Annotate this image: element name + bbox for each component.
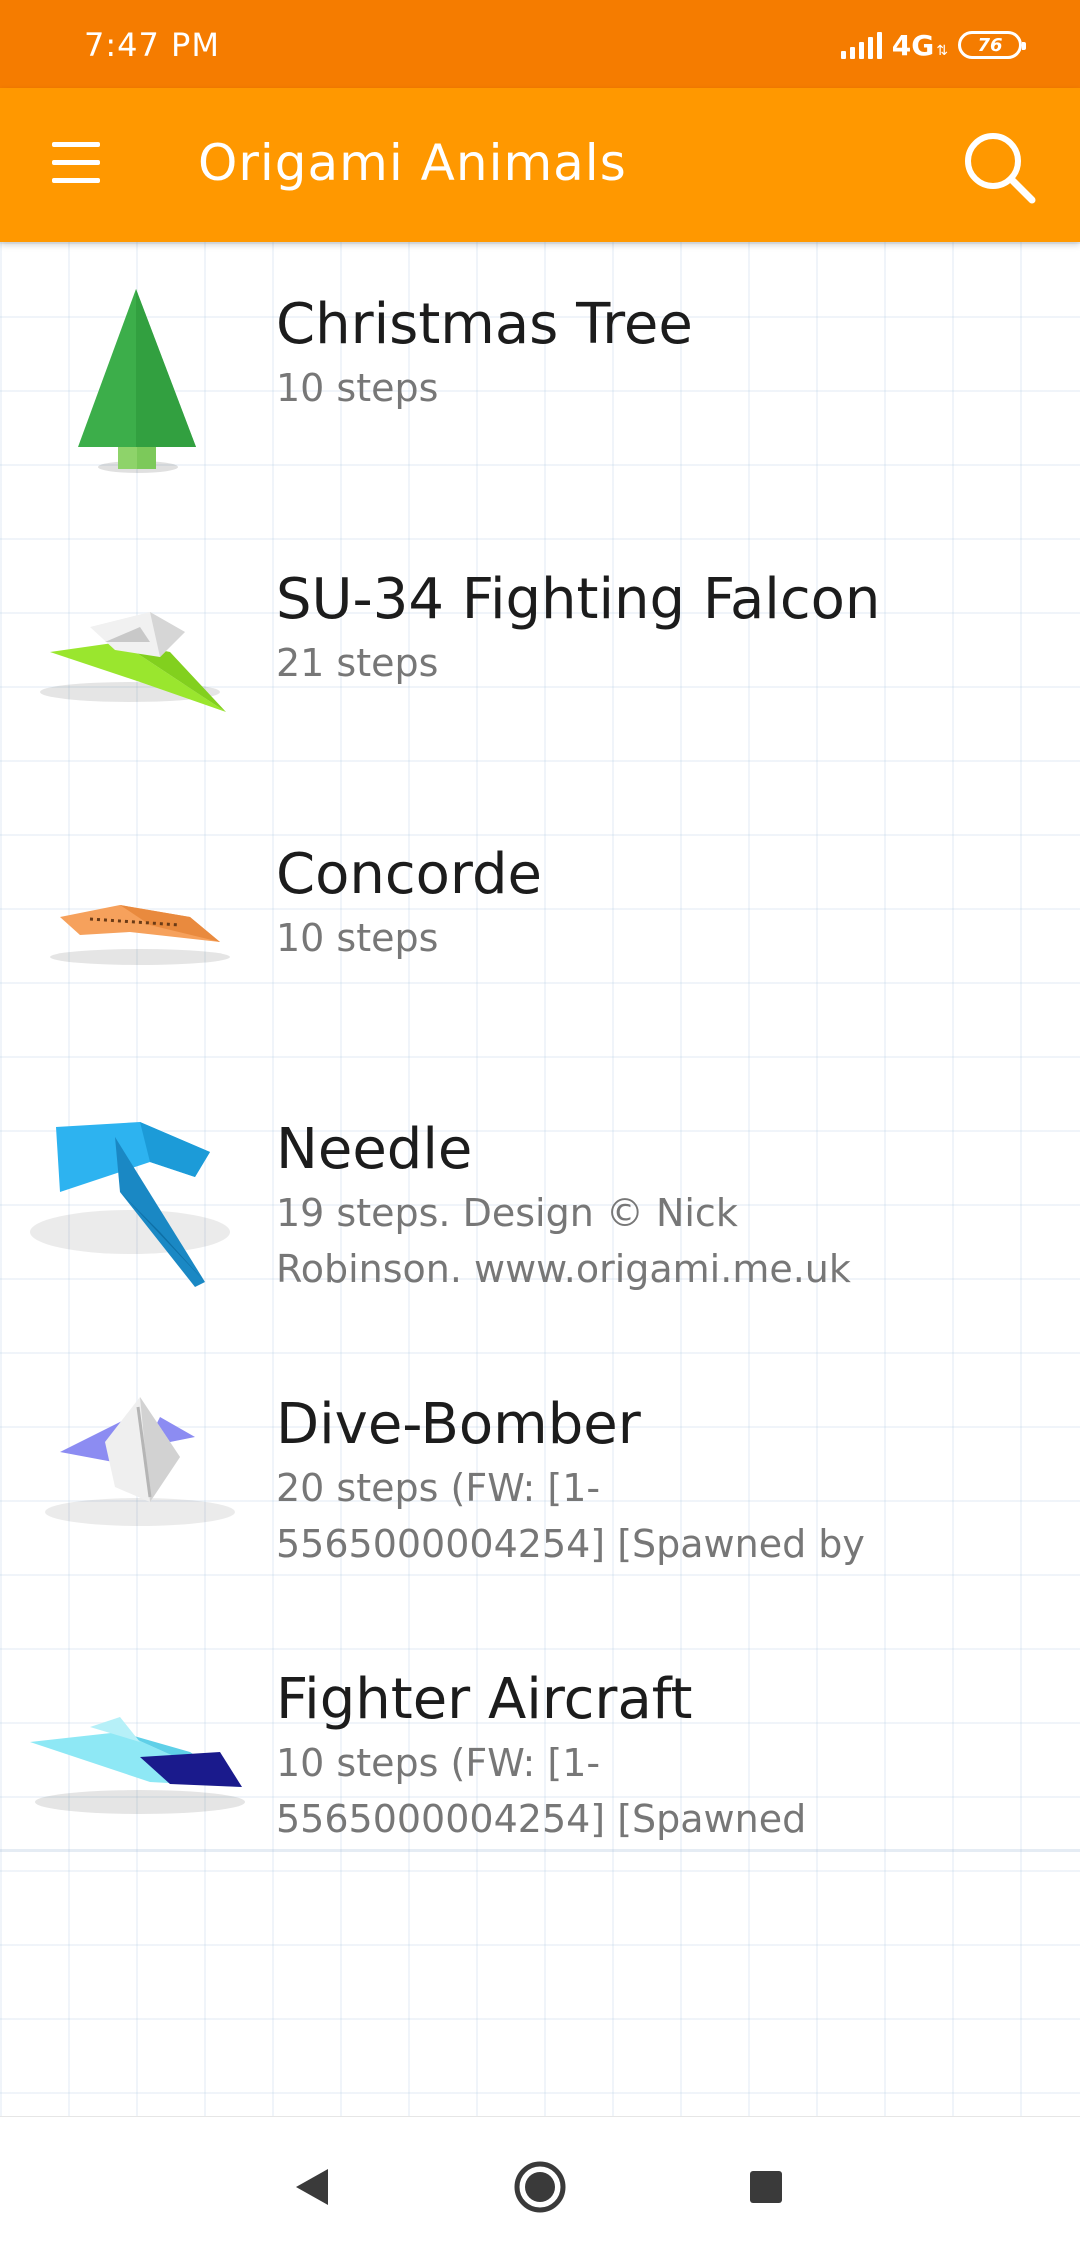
item-subtitle: 19 steps. Design © Nick Robinson. www.or…	[276, 1191, 851, 1291]
signal-icon	[840, 31, 882, 59]
back-icon[interactable]	[282, 2157, 342, 2217]
item-subtitle: 10 steps	[276, 366, 439, 410]
app-bar: Origami Animals	[0, 88, 1080, 242]
list-item[interactable]: Dive-Bomber 20 steps (FW: [1-55650000042…	[0, 1342, 1080, 1617]
battery-level: 76	[977, 34, 1003, 56]
recents-icon[interactable]	[736, 2157, 796, 2217]
christmas-tree-thumbnail	[78, 289, 196, 473]
list-item[interactable]: SU-34 Fighting Falcon 21 steps	[0, 517, 1080, 792]
home-icon[interactable]	[510, 2157, 570, 2217]
concorde-plane-thumbnail	[50, 905, 230, 965]
item-title: Concorde	[276, 842, 542, 907]
list-item[interactable]: Concorde 10 steps	[0, 792, 1080, 1067]
data-activity-icon: ⇅	[936, 43, 948, 59]
origami-list: Christmas Tree 10 steps SU-34 Fighting F…	[0, 242, 1080, 2116]
item-title: SU-34 Fighting Falcon	[276, 567, 881, 632]
list-item[interactable]: Needle 19 steps. Design © Nick Robinson.…	[0, 1067, 1080, 1342]
status-indicators: 4G ⇅ 76	[840, 28, 1026, 62]
page-title: Origami Animals	[198, 134, 627, 192]
hamburger-menu-icon[interactable]	[48, 140, 104, 186]
item-title: Fighter Aircraft	[276, 1667, 693, 1732]
needle-plane-thumbnail	[30, 1122, 230, 1287]
system-nav-bar	[0, 2116, 1080, 2247]
item-subtitle: 20 steps (FW: [1-5565000004254] [Spawned…	[276, 1466, 865, 1566]
network-label: 4G	[891, 28, 935, 62]
battery-icon: 76	[958, 31, 1026, 59]
falcon-plane-thumbnail	[40, 612, 226, 712]
fighter-aircraft-thumbnail	[30, 1717, 245, 1814]
dive-bomber-thumbnail	[45, 1397, 235, 1526]
status-time: 7:47 PM	[84, 26, 220, 64]
list-item[interactable]: Christmas Tree 10 steps	[0, 242, 1080, 517]
item-subtitle: 10 steps	[276, 916, 439, 960]
item-title: Needle	[276, 1117, 473, 1182]
search-icon[interactable]	[960, 128, 1040, 208]
item-subtitle: 10 steps (FW: [1-5565000004254] [Spawned	[276, 1741, 807, 1841]
list-end-divider	[0, 1849, 1080, 1852]
item-title: Christmas Tree	[276, 292, 693, 357]
item-title: Dive-Bomber	[276, 1392, 641, 1457]
item-subtitle: 21 steps	[276, 641, 439, 685]
status-bar: 7:47 PM 4G ⇅ 76	[0, 0, 1080, 88]
